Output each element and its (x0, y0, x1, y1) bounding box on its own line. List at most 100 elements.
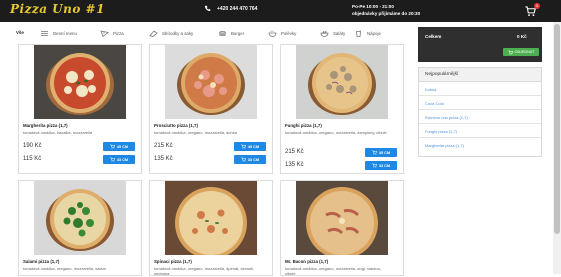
category-label: Denní menu (53, 31, 77, 36)
price-large: 190 Kč (23, 143, 42, 149)
size-label: 33 CM (247, 157, 260, 162)
pizza-image (165, 181, 257, 255)
pizza-photo[interactable] (150, 181, 272, 255)
price-small: 135 Kč (285, 162, 304, 168)
pizza-photo[interactable] (281, 45, 403, 119)
salad-bowl-icon (320, 31, 329, 37)
total-amount: 0 Kč (517, 34, 527, 39)
product-description: tomatová omáčka, oregano, mozzarella, an… (285, 266, 381, 277)
popular-item[interactable]: Coca Cola (419, 96, 541, 110)
burger-icon (219, 30, 226, 36)
add-small-button[interactable]: 33 CM (234, 155, 266, 164)
pizza-photo[interactable] (150, 45, 272, 119)
product-name: Salami pizza (1,7) (23, 259, 60, 264)
category-label: Polévky (281, 31, 297, 36)
category-label: Nápoje (367, 31, 381, 36)
price-small: 135 Kč (154, 156, 173, 162)
product-card: Mr. Bacon pizza (1,7) tomatová omáčka, o… (280, 180, 404, 276)
category-label: Pizza (113, 31, 124, 36)
category-soups[interactable]: Polévky (268, 30, 296, 37)
category-label: Saláty (333, 31, 346, 36)
size-label: 45 CM (116, 144, 129, 149)
popular-item[interactable]: Romeno uno pizza (1,7) (419, 110, 541, 124)
pizza-slice-icon (100, 30, 109, 37)
pizza-photo[interactable] (19, 181, 141, 255)
product-description: tomatová omáčka, bazalka, mozzarella (23, 130, 93, 135)
pizza-photo[interactable] (19, 45, 141, 119)
product-name: Margherita pizza (1,7) (23, 123, 68, 128)
product-card: Prosciutto pizza (1,7) tomatová omáčka, … (149, 44, 273, 174)
popular-item[interactable]: Margherita pizza (1,7) (419, 138, 541, 152)
order-button-label: OBJEDNAT (514, 50, 535, 54)
pizza-image (296, 181, 388, 255)
add-large-button[interactable]: 45 CM (365, 148, 397, 157)
order-button[interactable]: OBJEDNAT (503, 48, 539, 56)
drink-icon (356, 30, 361, 37)
add-large-button[interactable]: 45 CM (103, 142, 135, 151)
cart-icon (110, 157, 115, 162)
add-small-button[interactable]: 33 CM (103, 155, 135, 164)
product-description: tomatová omáčka, oregano, mozzarella, šu… (154, 130, 237, 135)
cart-icon (241, 144, 246, 149)
size-label: 33 CM (378, 163, 391, 168)
top-bar: Pizza Uno #1 +420 244 470 764 Po-Pe 10:0… (0, 0, 561, 22)
product-description: tomatová omáčka, oregano, mozzarella, ža… (285, 130, 387, 135)
list-icon (41, 31, 48, 36)
product-name: Mr. Bacon pizza (1,7) (285, 259, 329, 264)
product-description: tomatová omáčka, oregano, mozzarella, sa… (23, 266, 106, 271)
popular-item[interactable]: Kofola (419, 82, 541, 96)
product-name: Spinaci pizza (1,7) (154, 259, 192, 264)
category-all[interactable]: Vše (16, 30, 24, 35)
cart-icon (241, 157, 246, 162)
product-card: Funghi pizza (1,7) tomatová omáčka, oreg… (280, 44, 404, 174)
total-label: Celkem (425, 34, 442, 39)
cart-button[interactable]: 0 (525, 3, 540, 17)
pizza-image (34, 45, 126, 119)
category-daily-menu[interactable]: Denní menu (40, 30, 77, 37)
category-label: Vše (16, 30, 24, 35)
phone-number: +420 244 470 764 (217, 5, 258, 12)
product-card: Spinaci pizza (1,7) tomatová omáčka, ore… (149, 180, 273, 276)
add-large-button[interactable]: 45 CM (234, 142, 266, 151)
hours-note: objednávky přijímáme do 20:30 (352, 11, 421, 16)
soup-bowl-icon (268, 30, 277, 37)
cart-count-badge: 0 (534, 3, 540, 9)
pizza-image (34, 181, 126, 255)
cart-icon (372, 150, 377, 155)
product-card: Margherita pizza (1,7) tomatová omáčka, … (18, 44, 142, 174)
category-burger[interactable]: Burger (218, 30, 244, 37)
popular-list: Nejpopulárnější Kofola Coca Cola Romeno … (418, 67, 542, 157)
cart-icon (110, 144, 115, 149)
site-logo[interactable]: Pizza Uno #1 (10, 2, 105, 16)
size-label: 33 CM (116, 157, 129, 162)
page-scrollbar[interactable] (553, 22, 561, 274)
add-small-button[interactable]: 33 CM (365, 161, 397, 170)
hours-line: Po-Pe 10:00 - 21:00 (352, 4, 394, 9)
product-card: Salami pizza (1,7) tomatová omáčka, oreg… (18, 180, 142, 276)
popular-title: Nejpopulárnější (419, 68, 541, 82)
cart-icon (507, 49, 513, 55)
category-drinks[interactable]: Nápoje (354, 30, 381, 37)
category-label: Sbírodky a saky (162, 31, 194, 36)
price-large: 215 Kč (154, 143, 173, 149)
size-label: 45 CM (247, 144, 260, 149)
popular-item[interactable]: Funghi pizza (1,7) (419, 124, 541, 138)
price-small: 115 Kč (23, 156, 42, 162)
phone-contact[interactable]: +420 244 470 764 (204, 5, 257, 12)
pizza-photo[interactable] (281, 181, 403, 255)
opening-hours: Po-Pe 10:00 - 21:00 objednávky přijímáme… (352, 3, 420, 17)
category-pizza[interactable]: Pizza (100, 30, 124, 37)
pizza-image (165, 45, 257, 119)
cart-icon (372, 163, 377, 168)
scrollbar-thumb[interactable] (554, 24, 560, 234)
phone-icon (204, 5, 211, 12)
price-large: 215 Kč (285, 149, 304, 155)
cart-summary-panel: Celkem 0 Kč OBJEDNAT (418, 27, 542, 62)
product-description: tomatová omáčka, oregano, mozzarella, šp… (154, 266, 255, 277)
pizza-image (296, 45, 388, 119)
category-nav: Vše Denní menu Pizza Sbírodky a saky Bur… (12, 27, 408, 41)
category-label: Burger (231, 31, 245, 36)
category-salads[interactable]: Saláty (320, 30, 345, 37)
category-wraps[interactable]: Sbírodky a saky (149, 30, 193, 37)
product-name: Prosciutto pizza (1,7) (154, 123, 198, 128)
